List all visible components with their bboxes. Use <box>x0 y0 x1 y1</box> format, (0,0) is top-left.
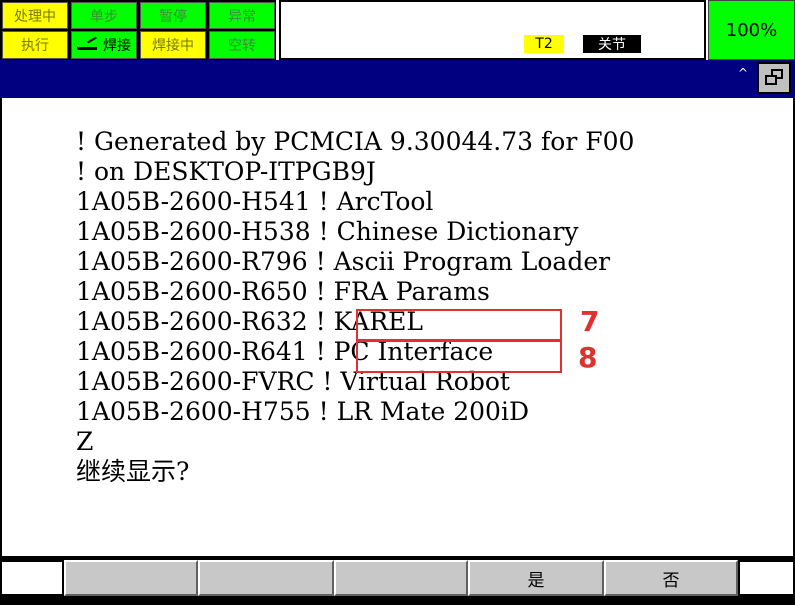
highlight-box-pc-interface <box>356 340 562 373</box>
fkey-left-spacer <box>0 560 64 596</box>
annotation-label-8: 8 <box>578 341 598 374</box>
status-run: 执行 <box>2 31 68 59</box>
window-title-bar: ^ <box>0 60 795 98</box>
status-panel: 处理中 单步 暂停 异常 执行 焊接 焊接中 空转 <box>0 0 276 60</box>
content-line: 1A05B-2600-R650 ! FRA Params <box>76 277 490 306</box>
fkey-right-spacer <box>738 560 795 596</box>
annotation-label-7: 7 <box>580 305 600 338</box>
fkey-f1[interactable] <box>64 560 198 596</box>
status-weld: 焊接 <box>71 31 137 59</box>
status-busy: 处理中 <box>2 2 68 29</box>
status-welding: 焊接中 <box>140 31 206 59</box>
fkey-no[interactable]: 否 <box>604 560 738 596</box>
override-indicator[interactable]: 100% <box>708 0 795 60</box>
highlight-box-karel <box>356 309 562 341</box>
content-line: 1A05B-2600-H538 ! Chinese Dictionary <box>76 217 579 246</box>
status-hold: 暂停 <box>140 2 206 29</box>
content-line: ! Generated by PCMCIA 9.30044.73 for F00 <box>76 127 635 156</box>
content-line: Z <box>76 427 94 456</box>
window-icon-front <box>765 75 777 85</box>
coord-badge: 关节 <box>583 35 641 53</box>
option-list: ! Generated by PCMCIA 9.30044.73 for F00… <box>76 127 634 487</box>
content-line: 1A05B-2600-H755 ! LR Mate 200iD <box>76 397 530 426</box>
content-line: ! on DESKTOP-ITPGB9J <box>76 157 376 186</box>
bottom-border <box>0 596 795 605</box>
weld-torch-icon <box>77 39 99 51</box>
status-weld-label: 焊接 <box>103 38 131 54</box>
content-line: 1A05B-2600-H541 ! ArcTool <box>76 187 434 216</box>
prompt-panel: T2 关节 <box>279 0 706 60</box>
scroll-up-caret-icon: ^ <box>738 66 749 80</box>
maximize-button[interactable] <box>757 62 791 94</box>
continue-prompt: 继续显示? <box>76 457 190 486</box>
status-dry-run: 空转 <box>209 31 275 59</box>
content-line: 1A05B-2600-R796 ! Ascii Program Loader <box>76 247 611 276</box>
fkey-f3[interactable] <box>334 560 468 596</box>
mode-badge: T2 <box>524 35 564 53</box>
fkey-f2[interactable] <box>198 560 334 596</box>
status-step: 单步 <box>71 2 137 29</box>
status-fault: 异常 <box>209 2 275 29</box>
fkey-yes[interactable]: 是 <box>468 560 604 596</box>
